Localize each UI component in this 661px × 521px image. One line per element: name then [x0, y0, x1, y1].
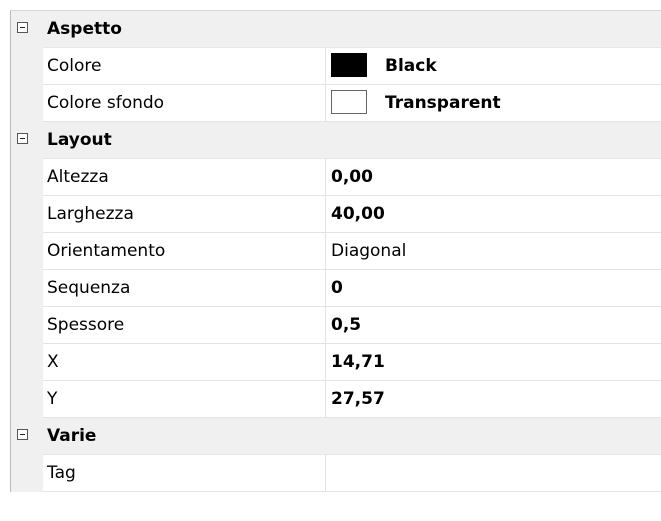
property-row-y[interactable]: Y 27,57: [11, 381, 661, 418]
property-name: Colore: [43, 48, 326, 85]
collapse-icon[interactable]: [17, 22, 28, 33]
property-grid: Aspetto Colore Black Colore sfondo Trans…: [10, 10, 661, 492]
property-name: X: [43, 344, 326, 381]
property-name: Colore sfondo: [43, 85, 326, 122]
property-value-y[interactable]: 27,57: [326, 381, 661, 418]
property-name: Spessore: [43, 307, 326, 344]
property-value-sequenza[interactable]: 0: [326, 270, 661, 307]
property-name: Y: [43, 381, 326, 418]
property-name: Larghezza: [43, 196, 326, 233]
property-row-colore-sfondo[interactable]: Colore sfondo Transparent: [11, 85, 661, 122]
property-value-tag[interactable]: [326, 455, 661, 492]
property-row-orientamento[interactable]: Orientamento Diagonal: [11, 233, 661, 270]
property-row-colore[interactable]: Colore Black: [11, 48, 661, 85]
property-value-altezza[interactable]: 0,00: [326, 159, 661, 196]
color-swatch: [331, 52, 367, 77]
category-aspetto[interactable]: Aspetto: [11, 11, 661, 48]
category-layout[interactable]: Layout: [11, 122, 661, 159]
property-name: Sequenza: [43, 270, 326, 307]
property-row-tag[interactable]: Tag: [11, 455, 661, 492]
property-value-colore-sfondo[interactable]: Transparent: [326, 85, 661, 122]
property-row-spessore[interactable]: Spessore 0,5: [11, 307, 661, 344]
property-value-larghezza[interactable]: 40,00: [326, 196, 661, 233]
color-swatch: [331, 89, 367, 114]
color-value-label: Transparent: [385, 93, 501, 113]
property-value-colore[interactable]: Black: [326, 48, 661, 85]
collapse-icon[interactable]: [17, 133, 28, 144]
property-name: Orientamento: [43, 233, 326, 270]
property-name: Altezza: [43, 159, 326, 196]
color-value-label: Black: [385, 56, 437, 76]
category-label: Aspetto: [43, 11, 661, 48]
category-label: Layout: [43, 122, 661, 159]
property-value-spessore[interactable]: 0,5: [326, 307, 661, 344]
property-row-altezza[interactable]: Altezza 0,00: [11, 159, 661, 196]
category-varie[interactable]: Varie: [11, 418, 661, 455]
property-row-sequenza[interactable]: Sequenza 0: [11, 270, 661, 307]
category-label: Varie: [43, 418, 661, 455]
property-value-x[interactable]: 14,71: [326, 344, 661, 381]
property-name: Tag: [43, 455, 326, 492]
property-row-larghezza[interactable]: Larghezza 40,00: [11, 196, 661, 233]
property-row-x[interactable]: X 14,71: [11, 344, 661, 381]
collapse-icon[interactable]: [17, 429, 28, 440]
property-value-orientamento[interactable]: Diagonal: [326, 233, 661, 270]
